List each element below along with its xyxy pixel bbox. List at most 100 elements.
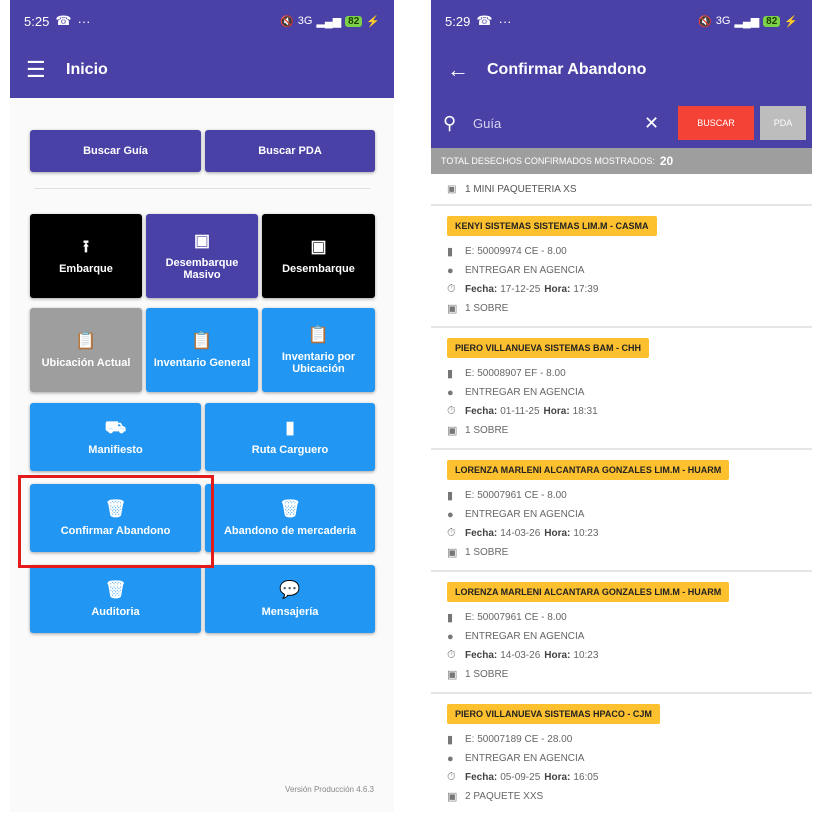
buscar-guia-button[interactable]: Buscar Guía <box>30 130 201 172</box>
hora-label: Hora: <box>544 528 571 539</box>
fecha-label: Fecha: <box>465 406 498 417</box>
inventario-general-button[interactable]: 📋 Inventario General <box>146 308 258 392</box>
location-pin-icon: ● <box>447 386 454 399</box>
pda-button[interactable]: PDA <box>760 106 806 140</box>
charging-icon: ⚡ <box>366 15 380 28</box>
total-bar: TOTAL DESECHOS CONFIRMADOS MOSTRADOS: 20 <box>431 148 812 174</box>
signal-icon: ▂▄▆ <box>316 15 342 28</box>
upload-box-icon: ⭱ <box>83 236 89 256</box>
status-dots: ··· <box>498 13 512 29</box>
location-pin-icon: ● <box>447 630 454 643</box>
buscar-button[interactable]: BUSCAR <box>678 106 754 140</box>
item-hora: 10:23 <box>573 528 599 539</box>
menu-icon[interactable]: ☰ <box>26 57 66 83</box>
status-bar: 5:25 ☎ ··· 🔇 3G ▂▄▆ 82 ⚡ <box>10 0 394 42</box>
network-label: 3G <box>297 15 313 27</box>
package-icon: ▣ <box>447 669 458 681</box>
item-guide: E: 50009974 CE - 8.00 <box>465 246 567 257</box>
item-package: 2 PAQUETE XXS <box>465 791 544 802</box>
item-title: PIERO VILLANUEVA SISTEMAS HPACO - CJM <box>447 704 660 724</box>
item-guide: E: 50008907 EF - 8.00 <box>465 368 566 379</box>
mute-icon: 🔇 <box>280 15 294 28</box>
hora-label: Hora: <box>544 650 571 661</box>
auditoria-button[interactable]: 🗑 Auditoria <box>30 565 201 633</box>
item-package: 1 SOBRE <box>465 669 509 680</box>
hora-label: Hora: <box>544 284 571 295</box>
chat-icon: 💬 <box>279 579 301 599</box>
total-label: TOTAL DESECHOS CONFIRMADOS MOSTRADOS: <box>441 156 655 166</box>
ruta-carguero-button[interactable]: ▮ Ruta Carguero <box>205 403 375 471</box>
fecha-label: Fecha: <box>465 284 498 295</box>
package-icon: ▣ <box>447 547 458 559</box>
document-icon: ▮ <box>447 490 454 502</box>
mute-icon: 🔇 <box>698 15 712 28</box>
buscar-guia-label: Buscar Guía <box>83 145 148 157</box>
confirmar-abandono-screen: 5:29 ☎ ··· 🔇 3G ▂▄▆ 82 ⚡ ← Confirmar Aba… <box>431 0 812 812</box>
clipboard-icon: 📋 <box>191 330 213 350</box>
list-item[interactable]: LORENZA MARLENI ALCANTARA GONZALES LIM.M… <box>431 450 812 572</box>
signal-icon: ▂▄▆ <box>734 15 760 28</box>
ubicacion-actual-button[interactable]: 📋 Ubicación Actual <box>30 308 142 392</box>
status-time: 5:25 <box>24 13 50 29</box>
list-item[interactable]: PIERO VILLANUEVA SISTEMAS HPACO - CJM ▮ E… <box>431 694 812 812</box>
item-title: LORENZA MARLENI ALCANTARA GONZALES LIM.M… <box>447 460 730 480</box>
highlight-box <box>18 475 214 568</box>
item-hora: 16:05 <box>573 772 599 783</box>
list-item[interactable]: KENYI SISTEMAS SISTEMAS LIM.M - CASMA ▮ E… <box>431 206 812 328</box>
charging-icon: ⚡ <box>784 15 798 28</box>
item-delivery: ENTREGAR EN AGENCIA <box>465 265 585 276</box>
desembarque-button[interactable]: ▣ Desembarque <box>262 214 375 298</box>
embarque-button[interactable]: ⭱ Embarque <box>30 214 142 298</box>
whatsapp-icon: ☎ <box>55 13 72 28</box>
whatsapp-icon: ☎ <box>476 13 493 28</box>
buscar-pda-button[interactable]: Buscar PDA <box>205 130 375 172</box>
document-icon: ▮ <box>447 612 454 624</box>
clipboard-icon: 📋 <box>75 330 97 350</box>
search-input[interactable]: Guía <box>473 116 644 131</box>
page-title: Inicio <box>66 61 108 78</box>
list-item[interactable]: ▣ 1 MINI PAQUETERIA XS <box>431 174 812 206</box>
package-icon: ▣ <box>447 303 458 315</box>
status-dots: ··· <box>77 13 91 29</box>
document-icon: ▮ <box>447 368 454 380</box>
fecha-label: Fecha: <box>465 772 498 783</box>
timer-icon: ⏱ <box>447 649 456 661</box>
desembarque-masivo-button[interactable]: ▣ Desembarque Masivo <box>146 214 258 298</box>
item-hora: 17:39 <box>573 284 599 295</box>
item-hora: 10:23 <box>573 650 599 661</box>
mensajeria-button[interactable]: 💬 Mensajería <box>205 565 375 633</box>
location-pin-icon: ● <box>447 264 454 277</box>
item-guide: E: 50007961 CE - 8.00 <box>465 490 567 501</box>
page-title: Confirmar Abandono <box>487 61 647 78</box>
item-delivery: ENTREGAR EN AGENCIA <box>465 387 585 398</box>
package-icon: ▣ <box>447 183 457 195</box>
inventario-por-ubicacion-button[interactable]: 📋 Inventario por Ubicación <box>262 308 375 392</box>
package-icon: ▣ <box>447 791 458 803</box>
item-package: 1 SOBRE <box>465 425 509 436</box>
archive-icon: ▣ <box>310 236 327 256</box>
location-pin-icon: ● <box>447 752 454 765</box>
truck-icon: ⛟ <box>104 417 127 437</box>
document-icon: ▮ <box>447 734 454 746</box>
search-icon: ⚲ <box>443 112 457 133</box>
desembarque-label: Desembarque <box>282 262 355 275</box>
ubicacion-actual-label: Ubicación Actual <box>41 356 131 369</box>
item-guide: E: 50007961 CE - 8.00 <box>465 612 567 623</box>
item-hora: 18:31 <box>572 406 598 417</box>
item-fecha: 01-11-25 <box>500 406 540 417</box>
manifiesto-label: Manifiesto <box>88 443 143 456</box>
arrow-left-icon[interactable]: ← <box>447 57 487 83</box>
list-item[interactable]: LORENZA MARLENI ALCANTARA GONZALES LIM.M… <box>431 572 812 694</box>
manifiesto-button[interactable]: ⛟ Manifiesto <box>30 403 201 471</box>
abandono-mercaderia-button[interactable]: 🗑 Abandono de mercaderia <box>205 484 375 552</box>
main-content: Buscar Guía Buscar PDA ⭱ Embarque ▣ Dese… <box>10 98 394 812</box>
status-bar: 5:29 ☎ ··· 🔇 3G ▂▄▆ 82 ⚡ <box>431 0 812 42</box>
trash-icon: 🗑 <box>279 498 301 518</box>
buscar-pda-label: Buscar PDA <box>258 145 322 157</box>
close-icon[interactable]: ✕ <box>644 113 678 134</box>
fecha-label: Fecha: <box>465 650 498 661</box>
divider <box>34 188 370 189</box>
list-item[interactable]: PIERO VILLANUEVA SISTEMAS BAM - CHH ▮ E: … <box>431 328 812 450</box>
version-label: Versión Producción 4.6.3 <box>285 785 374 794</box>
archive-icon: ▣ <box>193 230 211 250</box>
